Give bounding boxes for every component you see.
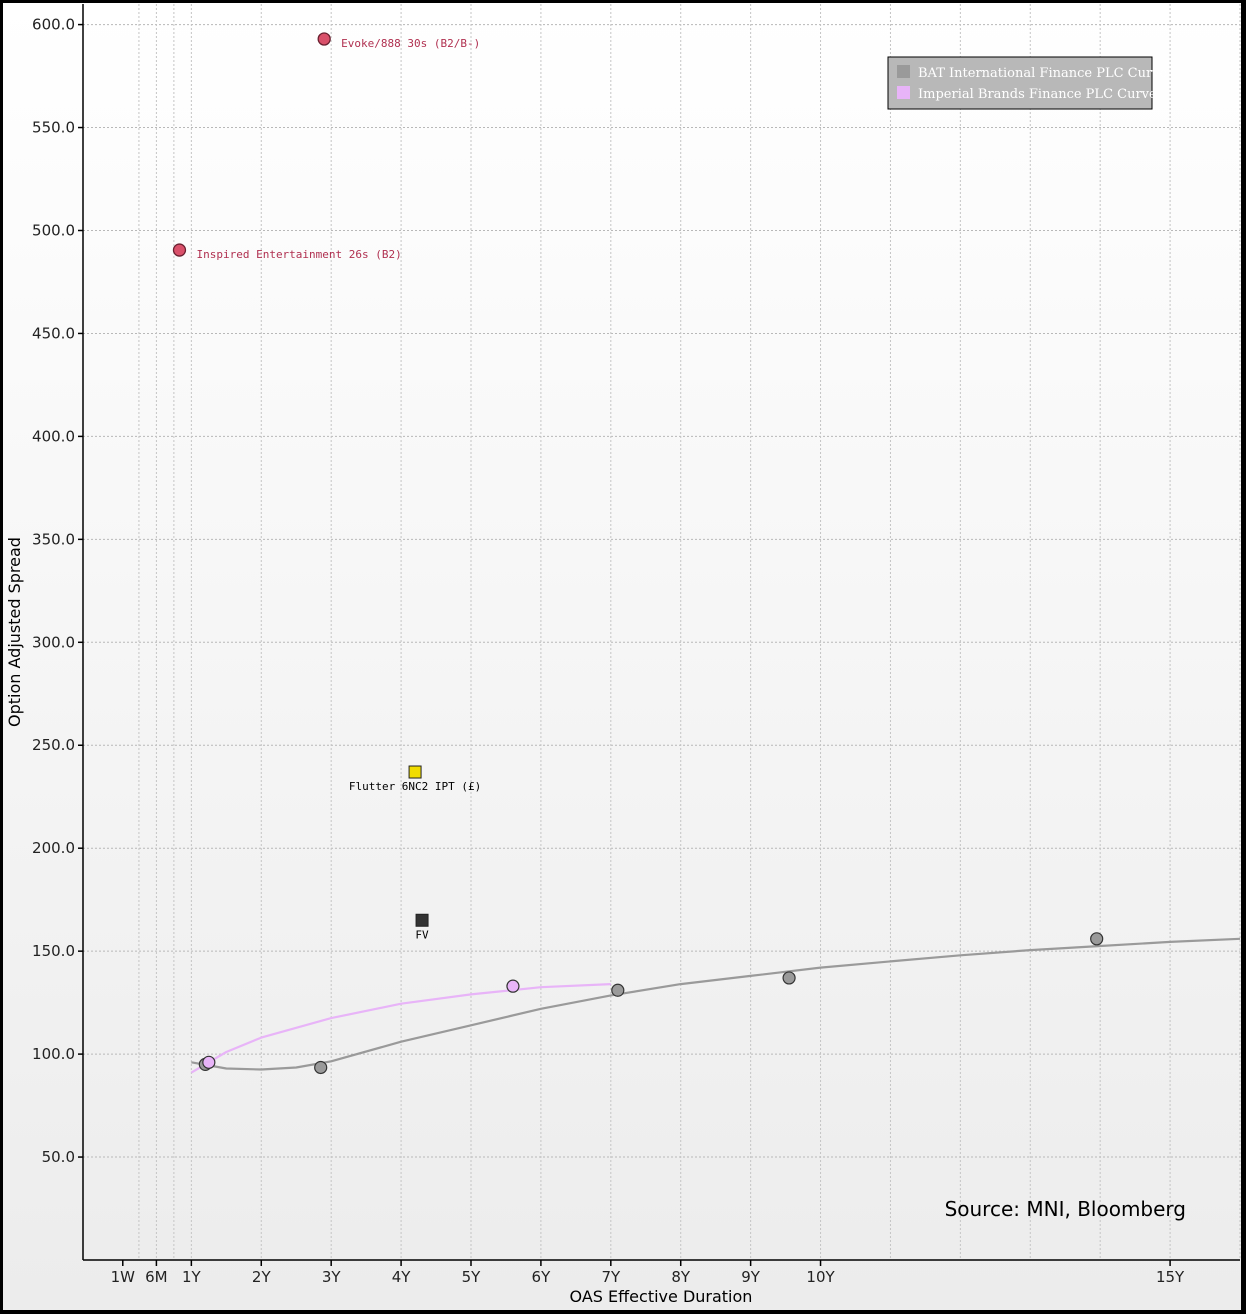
legend-label: Imperial Brands Finance PLC Curve xyxy=(918,87,1157,102)
y-tick-label: 250.0 xyxy=(32,736,75,754)
x-tick-label: 1Y xyxy=(182,1268,202,1286)
x-tick-label: 6M xyxy=(145,1268,168,1286)
x-axis-title: OAS Effective Duration xyxy=(570,1287,753,1306)
annotation-marker xyxy=(408,765,422,779)
chart-background xyxy=(3,3,1241,1310)
series-1-point xyxy=(1090,932,1104,946)
series-2-point xyxy=(202,1055,216,1069)
series-1-point xyxy=(782,971,796,985)
y-tick-label: 100.0 xyxy=(32,1045,75,1063)
annotation-marker xyxy=(172,243,187,257)
annotation-label: FV xyxy=(415,928,429,941)
x-tick-label: 9Y xyxy=(741,1268,761,1286)
x-tick-label: 3Y xyxy=(322,1268,342,1286)
y-tick-label: 450.0 xyxy=(32,324,75,342)
y-tick-label: 500.0 xyxy=(32,221,75,239)
y-tick-label: 400.0 xyxy=(32,427,75,445)
y-tick-label: 50.0 xyxy=(42,1148,75,1166)
x-tick-label: 6Y xyxy=(532,1268,552,1286)
annotation-marker xyxy=(415,913,429,927)
annotation-label: Evoke/888 30s (B2/B-) xyxy=(341,37,480,50)
x-tick-label: 8Y xyxy=(671,1268,691,1286)
chart-svg: Evoke/888 30s (B2/B-) Inspired Entertainm… xyxy=(0,0,1246,1314)
x-tick-label: 10Y xyxy=(806,1268,835,1286)
legend: BAT International Finance PLC Curve Imper… xyxy=(887,56,1168,110)
y-tick-label: 350.0 xyxy=(32,530,75,548)
x-tick-label: 2Y xyxy=(252,1268,272,1286)
source-note: Source: MNI, Bloomberg xyxy=(945,1197,1186,1221)
y-axis-title: Option Adjusted Spread xyxy=(5,537,24,727)
annotation-label: Inspired Entertainment 26s (B2) xyxy=(196,248,401,261)
y-tick-label: 300.0 xyxy=(32,633,75,651)
series-2-point xyxy=(506,979,520,993)
legend-swatch xyxy=(897,65,910,78)
series-1-point xyxy=(314,1060,328,1075)
annotation-label: Flutter 6NC2 IPT (£) xyxy=(349,780,481,793)
x-tick-label: 7Y xyxy=(601,1268,621,1286)
x-tick-label: 4Y xyxy=(392,1268,412,1286)
y-tick-label: 550.0 xyxy=(32,119,75,137)
y-tick-label: 600.0 xyxy=(32,16,75,34)
x-tick-label: 5Y xyxy=(462,1268,482,1286)
y-tick-label: 150.0 xyxy=(32,942,75,960)
legend-label: BAT International Finance PLC Curve xyxy=(918,66,1168,81)
series-1-point xyxy=(611,983,625,997)
annotation-marker xyxy=(317,32,331,46)
x-tick-label: 15Y xyxy=(1156,1268,1185,1286)
legend-swatch xyxy=(897,86,910,99)
y-tick-label: 200.0 xyxy=(32,839,75,857)
x-tick-label: 1W xyxy=(111,1268,136,1286)
